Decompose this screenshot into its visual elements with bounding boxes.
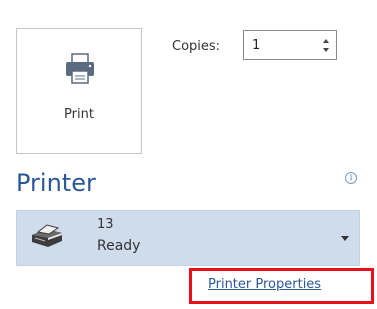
printer-status: Ready [97, 238, 141, 254]
printer-select-dropdown[interactable]: 13 Ready [16, 210, 360, 266]
copies-stepper[interactable]: 1 [243, 30, 337, 60]
printer-properties-link[interactable]: Printer Properties [208, 277, 321, 292]
print-button-label: Print [64, 107, 94, 122]
spin-down-icon[interactable] [323, 48, 329, 52]
chevron-down-icon[interactable] [341, 236, 349, 241]
copies-label: Copies: [172, 39, 221, 54]
printer-device-icon [32, 224, 62, 247]
printer-name: 13 [97, 217, 114, 232]
printer-heading: Printer [16, 169, 96, 197]
info-icon[interactable]: i [345, 172, 357, 184]
spin-up-icon[interactable] [323, 39, 329, 43]
printer-icon [66, 53, 94, 84]
print-button[interactable]: Print [16, 28, 142, 154]
copies-value[interactable]: 1 [252, 38, 260, 53]
